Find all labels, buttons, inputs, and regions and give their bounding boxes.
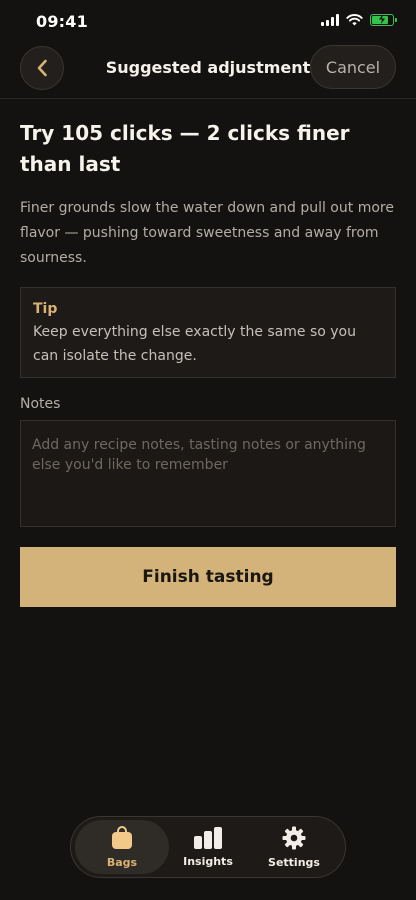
suggestion-heading: Try 105 clicks — 2 clicks finer than las… [20, 121, 350, 176]
gear-icon [282, 826, 306, 849]
tip-title: Tip [33, 301, 58, 317]
finish-tasting-button[interactable]: Finish tasting [20, 547, 396, 607]
tab-settings[interactable]: Settings [247, 820, 341, 874]
tip-card: Tip Keep everything else exactly the sam… [20, 287, 396, 378]
tab-bags-label: Bags [106, 855, 138, 869]
tip-body: Keep everything else exactly the same so… [33, 324, 356, 364]
wifi-icon [346, 14, 363, 26]
notes-label: Notes [20, 396, 61, 412]
cellular-signal-icon [321, 14, 339, 26]
battery-icon [370, 14, 397, 26]
bag-icon [112, 825, 132, 849]
status-bar: 09:41 [0, 0, 416, 44]
tab-insights[interactable]: Insights [161, 820, 255, 874]
status-icons [321, 14, 397, 26]
main-content: Try 105 clicks — 2 clicks finer than las… [20, 118, 396, 607]
status-time: 09:41 [36, 12, 88, 31]
tab-insights-label: Insights [183, 854, 233, 868]
tab-settings-label: Settings [268, 855, 320, 869]
suggestion-description: Finer grounds slow the water down and pu… [20, 200, 394, 266]
tab-bags[interactable]: Bags [75, 820, 169, 874]
navigation-bar: Suggested adjustment Cancel [0, 44, 416, 99]
tab-bar: Bags Insights Settings [70, 816, 346, 878]
notes-input[interactable] [20, 420, 396, 527]
cancel-button[interactable]: Cancel [310, 45, 396, 89]
bar-chart-icon [194, 826, 222, 849]
